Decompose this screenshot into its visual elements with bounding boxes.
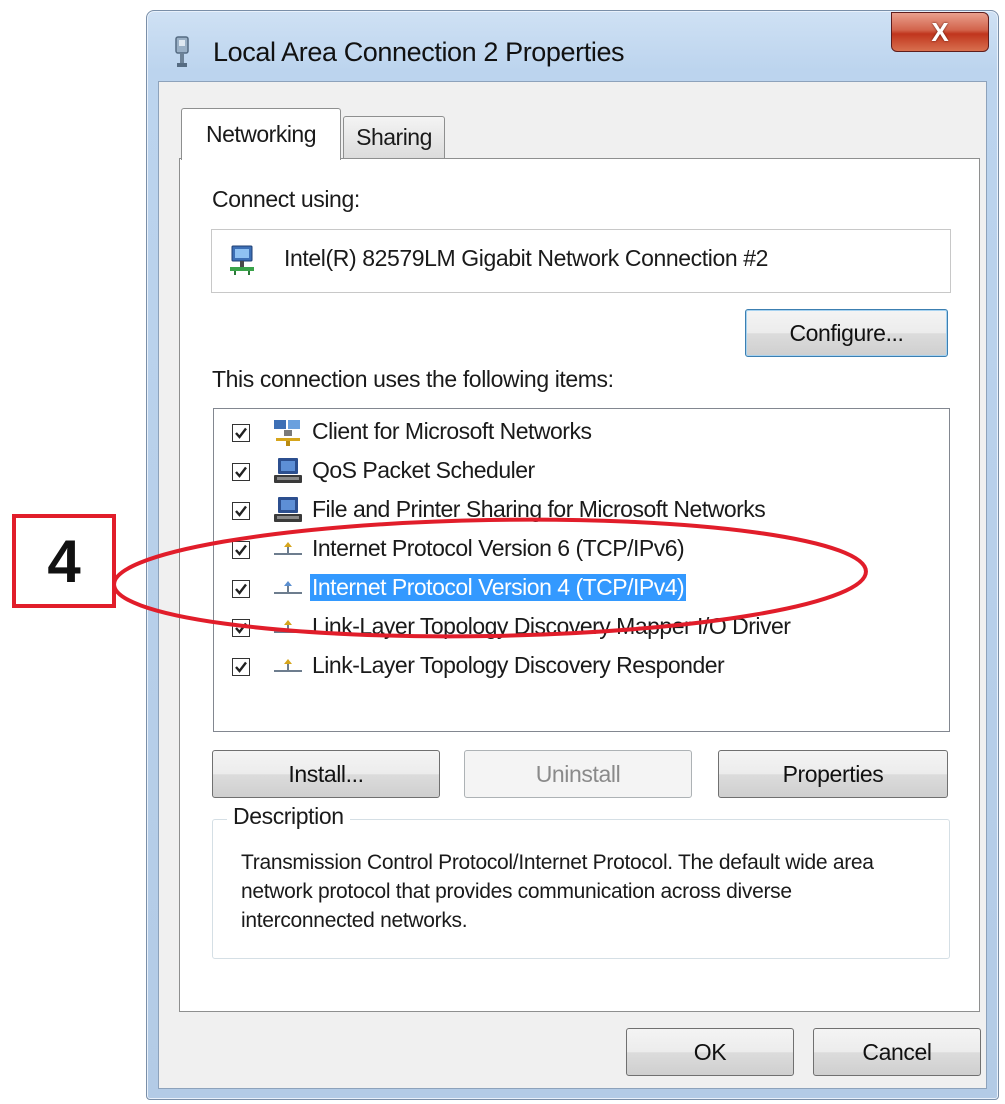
tab-networking[interactable]: Networking xyxy=(181,108,341,160)
tab-networking-label: Networking xyxy=(205,121,317,147)
highlight-ellipse xyxy=(112,517,868,639)
